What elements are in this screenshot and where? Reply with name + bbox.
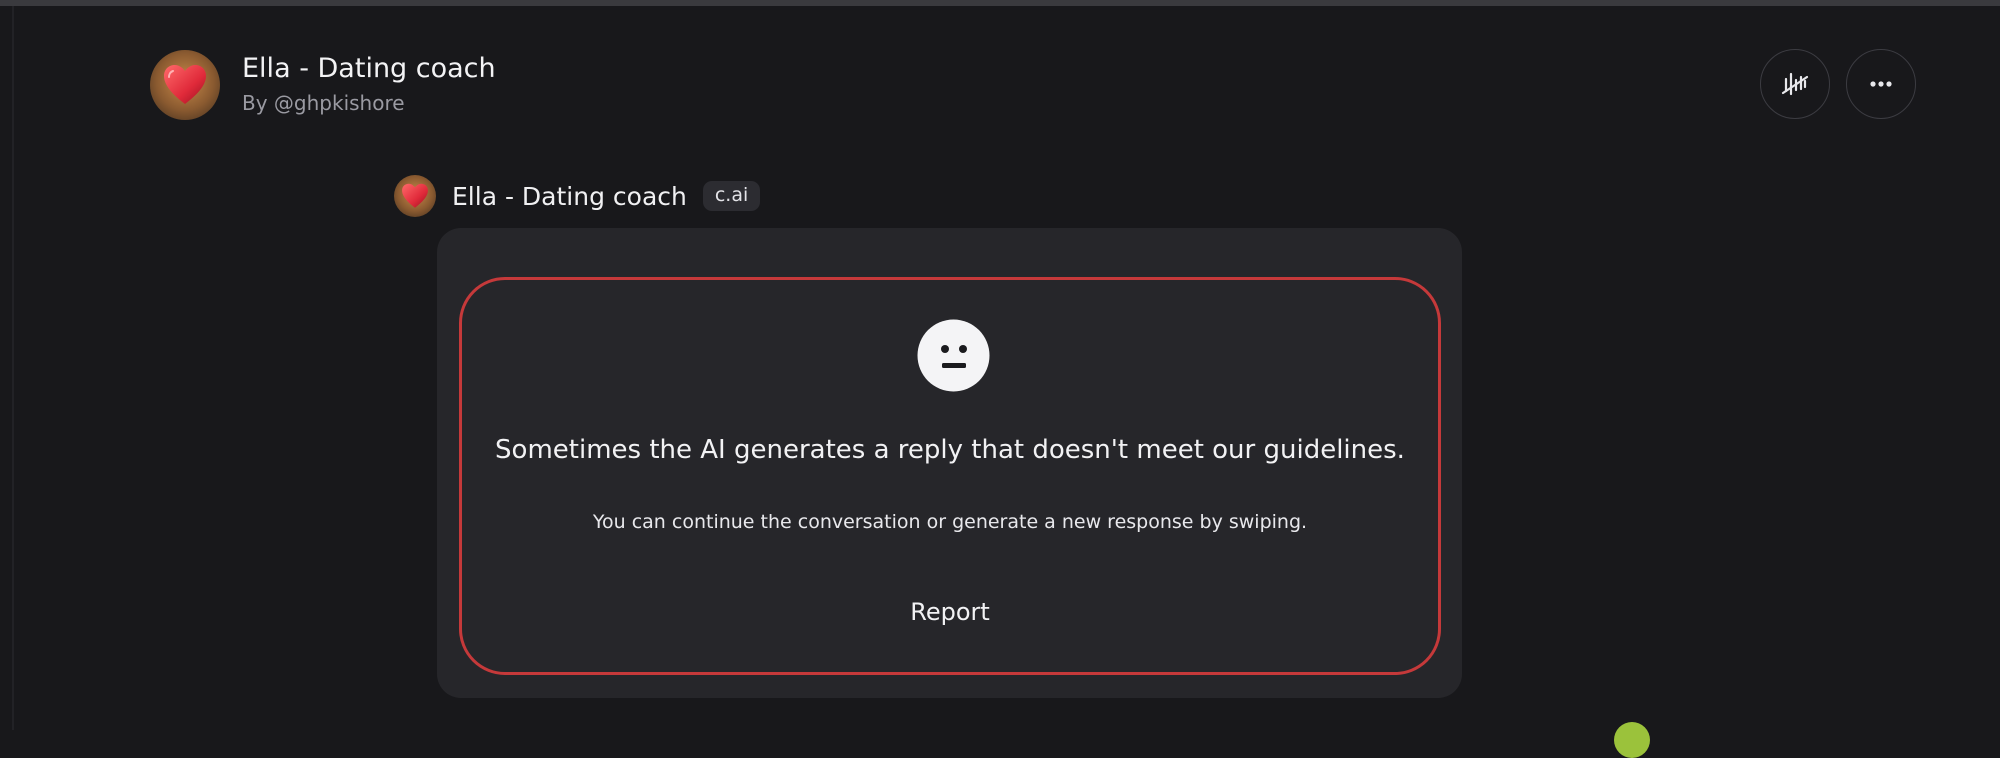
top-bar [0,0,2000,6]
more-options-button[interactable] [1846,49,1916,119]
sidebar-divider [12,6,14,730]
character-name: Ella - Dating coach [242,53,496,84]
voice-button[interactable] [1760,49,1830,119]
report-button[interactable]: Report [850,589,1050,635]
warning-title: Sometimes the AI generates a reply that … [495,435,1405,465]
neutral-face-icon [917,319,990,392]
heart-icon [402,183,428,208]
voice-waveform-icon [1781,72,1809,96]
more-horizontal-icon [1870,81,1892,87]
ai-badge: c.ai [702,181,761,211]
creator-byline[interactable]: By @ghpkishore [242,88,496,118]
status-indicator [1614,722,1650,758]
heart-icon [164,65,206,104]
message-author: Ella - Dating coach [452,181,687,211]
guideline-warning-card: Sometimes the AI generates a reply that … [459,277,1441,675]
message-header: Ella - Dating coach c.ai [394,175,761,217]
chat-header: Ella - Dating coach By @ghpkishore [150,50,496,120]
warning-subtitle: You can continue the conversation or gen… [592,511,1308,533]
character-avatar[interactable] [150,50,220,120]
message-avatar [394,175,436,217]
